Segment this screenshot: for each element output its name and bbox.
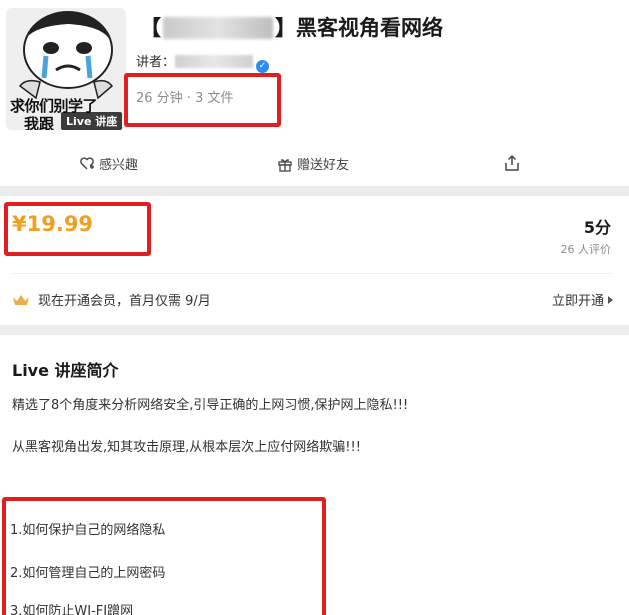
section-divider-2 — [0, 325, 629, 335]
vip-promo-text: 现在开通会员，首月仅需 9/月 — [38, 294, 211, 309]
rating-count[interactable]: 26 人评价 — [561, 241, 612, 257]
section-divider — [0, 186, 629, 196]
action-bar: 感兴趣 赠送好友 — [0, 150, 629, 180]
crown-icon — [13, 294, 29, 305]
interest-label: 感兴趣 — [99, 158, 139, 173]
chevron-right-icon — [608, 296, 613, 304]
vip-subscribe-label: 立即开通 — [551, 294, 604, 309]
intro-paragraph-2: 从黑客视角出发,知其攻击原理,从根本层次上应付网络欺骗!!! — [12, 440, 361, 455]
course-title-open: 【 — [140, 16, 161, 40]
list-highlight-box — [2, 497, 326, 615]
course-title: 【 】黑客视角看网络 — [140, 12, 443, 42]
gift-label: 赠送好友 — [297, 158, 350, 173]
share-button[interactable] — [503, 154, 521, 172]
vip-subscribe-link[interactable]: 立即开通 — [552, 290, 613, 309]
price-highlight-box — [4, 202, 151, 256]
heart-plus-icon — [80, 156, 94, 169]
gift-button[interactable]: 赠送好友 — [277, 154, 349, 173]
course-title-redacted — [163, 17, 273, 39]
pricing-divider — [12, 273, 611, 274]
speaker-row[interactable]: 讲者： ✓ — [136, 51, 270, 73]
intro-title: Live 讲座简介 — [12, 361, 119, 380]
vip-promo: 现在开通会员，首月仅需 9/月 — [12, 290, 211, 309]
speaker-label: 讲者： — [136, 55, 176, 70]
share-icon — [505, 154, 519, 171]
live-badge: Live 讲座 — [61, 112, 123, 130]
verified-icon: ✓ — [256, 60, 270, 73]
course-title-text: 】黑客视角看网络 — [275, 16, 443, 40]
meta-highlight-box — [124, 73, 281, 127]
gift-icon — [278, 158, 292, 172]
cover-meme-caption-2: 我跟 — [24, 115, 55, 131]
course-cover-image[interactable]: 求你们别学了 我跟 Live 讲座 — [6, 8, 126, 130]
intro-paragraph-1: 精选了8个角度来分析网络安全,引导正确的上网习惯,保护网上隐私!!! — [12, 398, 409, 413]
speaker-name-redacted — [175, 55, 254, 68]
interest-button[interactable]: 感兴趣 — [79, 154, 138, 173]
rating-score: 5分 — [583, 218, 611, 237]
course-header: 求你们别学了 我跟 Live 讲座 【】黑客视角看网络 讲者： ✓ 26 分钟 ·… — [0, 0, 629, 140]
